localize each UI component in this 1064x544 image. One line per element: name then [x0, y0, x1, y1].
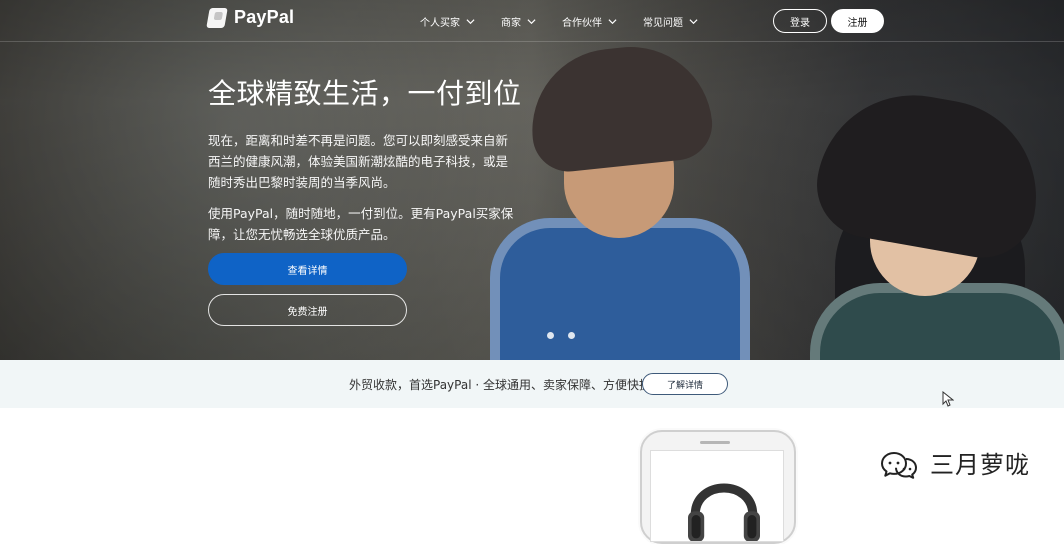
chevron-down-icon — [689, 19, 698, 25]
chevron-down-icon — [608, 19, 617, 25]
headphones-icon — [688, 483, 760, 541]
hero-photo — [450, 28, 1064, 360]
nav-item-label: 合作伙伴 — [562, 18, 602, 29]
hero-title: 全球精致生活，一付到位 — [208, 77, 522, 110]
hero-paragraph-1-line: 随时秀出巴黎时装周的当季风尚。 — [208, 175, 396, 190]
login-button[interactable]: 登录 — [773, 9, 827, 33]
carousel-dot[interactable] — [568, 332, 575, 339]
phone-screen — [650, 450, 784, 542]
hero-paragraph-2-line: 障，让您无忧畅选全球优质产品。 — [208, 227, 396, 242]
promo-strip: 外贸收款，首选PayPal · 全球通用、卖家保障、方便快捷 — [0, 360, 1064, 408]
person-hat — [524, 38, 716, 176]
nav-item-label: 商家 — [501, 18, 521, 29]
hero-paragraph-1-line: 西兰的健康风潮，体验美国新潮炫酷的电子科技，或是 — [208, 154, 509, 169]
mouse-cursor-icon — [942, 391, 954, 407]
top-navigation: PayPal 个人买家 商家 合作伙伴 常见问题 登录 注册 — [0, 0, 1064, 42]
view-details-button[interactable]: 查看详情 — [208, 253, 407, 285]
hero-paragraph-1: 现在，距离和时差不再是问题。您可以即刻感受来自新 西兰的健康风潮，体验美国新潮炫… — [208, 130, 528, 193]
header-divider — [0, 41, 1064, 42]
nav-item-business[interactable]: 商家 — [501, 14, 536, 29]
learn-more-button[interactable]: 了解详情 — [642, 373, 728, 395]
nav-item-label: 常见问题 — [643, 18, 683, 29]
free-signup-button[interactable]: 免费注册 — [208, 294, 407, 326]
watermark: 三月萝咙 — [878, 445, 1030, 480]
phone-illustration — [640, 430, 796, 544]
watermark-text: 三月萝咙 — [930, 451, 1030, 479]
wechat-icon — [881, 451, 917, 479]
hero-paragraph-2: 使用PayPal，随时随地，一付到位。更有PayPal买家保 障，让您无忧畅选全… — [208, 203, 528, 245]
carousel-indicators — [547, 332, 575, 339]
nav-item-partners[interactable]: 合作伙伴 — [562, 14, 617, 29]
hero-copy: 全球精致生活，一付到位 现在，距离和时差不再是问题。您可以即刻感受来自新 西兰的… — [208, 72, 528, 245]
person-jacket — [490, 218, 750, 360]
main-nav: 个人买家 商家 合作伙伴 常见问题 — [420, 14, 698, 29]
chevron-down-icon — [466, 19, 475, 25]
hero-banner: PayPal 个人买家 商家 合作伙伴 常见问题 登录 注册 全球精致生活，一付… — [0, 0, 1064, 360]
hero-paragraph-2-line: 使用PayPal，随时随地，一付到位。更有PayPal买家保 — [208, 206, 514, 221]
phone-speaker — [700, 441, 730, 444]
nav-item-faq[interactable]: 常见问题 — [643, 14, 698, 29]
brand-name: PayPal — [234, 7, 295, 27]
hero-paragraph-1-line: 现在，距离和时差不再是问题。您可以即刻感受来自新 — [208, 133, 509, 148]
paypal-mark-icon — [206, 7, 228, 28]
register-button[interactable]: 注册 — [831, 9, 884, 33]
nav-item-label: 个人买家 — [420, 18, 460, 29]
nav-item-personal[interactable]: 个人买家 — [420, 14, 475, 29]
carousel-dot[interactable] — [547, 332, 554, 339]
paypal-logo[interactable]: PayPal — [206, 7, 295, 28]
chevron-down-icon — [527, 19, 536, 25]
promo-text: 外贸收款，首选PayPal · 全球通用、卖家保障、方便快捷 — [349, 378, 651, 392]
